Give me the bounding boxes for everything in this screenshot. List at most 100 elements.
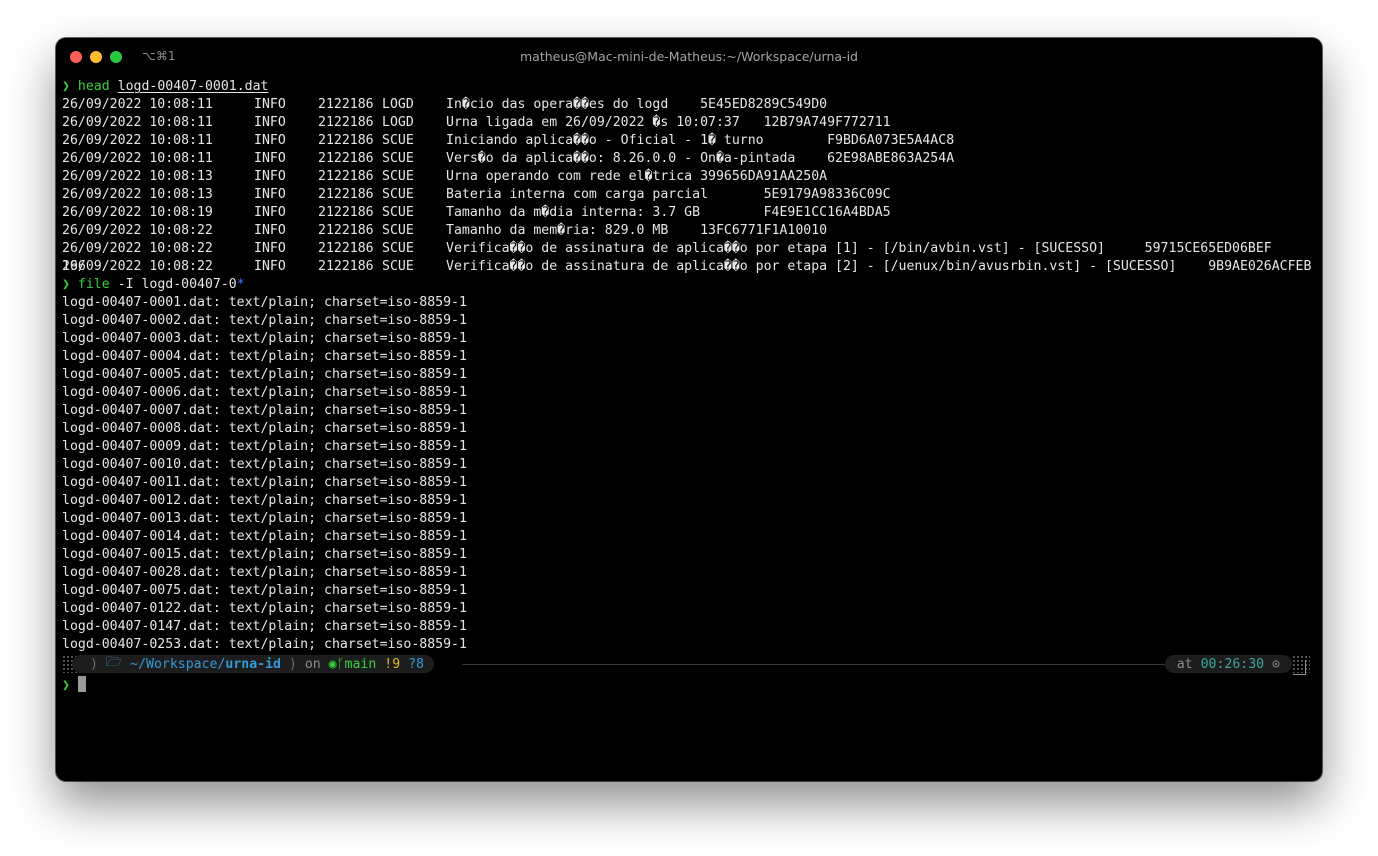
file-result-line: logd-00407-0003.dat: text/plain; charset… xyxy=(62,331,467,346)
log-timestamp: 26/09/2022 10:08:22 xyxy=(62,223,213,238)
log-level: INFO xyxy=(254,169,286,184)
terminal-window[interactable]: ⌥⌘1 matheus@Mac-mini-de-Matheus:~/Worksp… xyxy=(56,38,1322,781)
log-timestamp: 26/09/2022 10:08:11 xyxy=(62,151,213,166)
log-line: 26/09/2022 10:08:11 INFO 2122186 LOGD In�cio… xyxy=(62,96,1318,114)
wrapped-line: 196 xyxy=(62,259,86,274)
log-timestamp: 26/09/2022 10:08:19 xyxy=(62,205,213,220)
prompt-bar-end-marker xyxy=(1293,660,1306,675)
file-result-line: logd-00407-0028.dat: text/plain; charset… xyxy=(62,565,467,580)
prompt-bar: ) 🗁 ~/Workspace/urna-id ) on ◉ ᚴ main !9 ?… xyxy=(62,654,1312,674)
log-level: INFO xyxy=(254,151,286,166)
log-module: SCUE xyxy=(382,187,414,202)
log-module: SCUE xyxy=(382,151,414,166)
prompt-bar-rule xyxy=(462,664,1252,665)
file-result-line: logd-00407-0004.dat: text/plain; charset… xyxy=(62,349,467,364)
log-module: LOGD xyxy=(382,115,414,130)
log-pid: 2122186 xyxy=(318,151,374,166)
log-line: 26/09/2022 10:08:11 INFO 2122186 SCUE Inicia… xyxy=(62,132,1318,150)
file-result-line: logd-00407-0007.dat: text/plain; charset… xyxy=(62,403,467,418)
log-level: INFO xyxy=(254,223,286,238)
prompt-right-segment: at 00:26:30 ⊙ xyxy=(1164,655,1292,673)
title-bar[interactable]: ⌥⌘1 matheus@Mac-mini-de-Matheus:~/Worksp… xyxy=(56,38,1322,76)
command-argument: logd-00407-0001.dat xyxy=(117,79,269,94)
text-cursor xyxy=(77,676,86,692)
log-line: 26/09/2022 10:08:19 INFO 2122186 SCUE Tamanh… xyxy=(62,204,1318,222)
log-timestamp: 26/09/2022 10:08:11 xyxy=(62,115,213,130)
file-result-line: logd-00407-0006.dat: text/plain; charset… xyxy=(62,385,467,400)
log-module: SCUE xyxy=(382,223,414,238)
log-message: Verifica��o de assinatura de aplica��o p… xyxy=(446,241,1272,256)
command-argument: -I logd-00407-0 xyxy=(117,277,237,292)
prompt-time: 00:26:30 xyxy=(1200,656,1265,672)
folder-icon: 🗁 xyxy=(105,655,131,670)
at-label: at xyxy=(1176,656,1193,672)
log-pid: 2122186 xyxy=(318,187,374,202)
prompt-arrow: ❯ xyxy=(62,79,70,94)
log-pid: 2122186 xyxy=(318,133,374,148)
file-result-line: logd-00407-0005.dat: text/plain; charset… xyxy=(62,367,467,382)
log-pid: 2122186 xyxy=(318,169,374,184)
git-untracked-count: ?8 xyxy=(408,656,424,672)
github-icon: ◉ xyxy=(328,656,337,672)
command-name: file xyxy=(77,277,110,292)
log-module: SCUE xyxy=(382,133,414,148)
file-result-line: logd-00407-0012.dat: text/plain; charset… xyxy=(62,493,467,508)
log-timestamp: 26/09/2022 10:08:22 xyxy=(62,241,213,256)
prompt-arrow: ❯ xyxy=(62,277,70,292)
log-line: 26/09/2022 10:08:22 INFO 2122186 SCUE Verifi… xyxy=(62,240,1318,258)
git-modified-count: !9 xyxy=(384,656,401,672)
clock-icon: ⊙ xyxy=(1272,656,1280,672)
window-title: matheus@Mac-mini-de-Matheus:~/Workspace/… xyxy=(520,49,858,64)
file-result-line: logd-00407-0011.dat: text/plain; charset… xyxy=(62,475,467,490)
file-result-line: logd-00407-0147.dat: text/plain; charset… xyxy=(62,619,467,634)
file-result-line: logd-00407-0013.dat: text/plain; charset… xyxy=(62,511,467,526)
log-message: Tamanho da mem�ria: 829.0 MB 13FC6771F1A… xyxy=(446,223,828,238)
log-module: SCUE xyxy=(382,169,414,184)
prompt-arrow: ❯ xyxy=(62,678,70,693)
log-level: INFO xyxy=(254,115,286,130)
log-line: 26/09/2022 10:08:22 INFO 2122186 SCUE Tamanh… xyxy=(62,222,1318,240)
log-message: Vers�o da aplica��o: 8.26.0.0 - On�a-pin… xyxy=(446,151,955,166)
log-timestamp: 26/09/2022 10:08:11 xyxy=(62,97,213,112)
log-module: SCUE xyxy=(382,241,414,256)
log-module: SCUE xyxy=(382,205,414,220)
log-level: INFO xyxy=(254,97,286,112)
file-result-line: logd-00407-0075.dat: text/plain; charset… xyxy=(62,583,467,598)
log-pid: 2122186 xyxy=(318,223,374,238)
log-timestamp: 26/09/2022 10:08:13 xyxy=(62,169,213,184)
log-pid: 2122186 xyxy=(318,97,374,112)
command-line-head: ❯ head logd-00407-0001.dat xyxy=(62,78,1318,96)
command-line-file: ❯ file -I logd-00407-0* xyxy=(62,276,1318,294)
log-timestamp: 26/09/2022 10:08:13 xyxy=(62,187,213,202)
log-message: Urna operando com rede el�trica 399656DA… xyxy=(446,169,828,184)
log-pid: 2122186 xyxy=(318,241,374,256)
file-result-line: logd-00407-0001.dat: text/plain; charset… xyxy=(62,295,467,310)
log-message: Iniciando aplica��o - Oficial - 1� turno… xyxy=(446,133,955,148)
file-result-line: logd-00407-0015.dat: text/plain; charset… xyxy=(62,547,467,562)
log-line: 26/09/2022 10:08:13 INFO 2122186 SCUE Urna o… xyxy=(62,168,1318,186)
log-message: Bateria interna com carga parcial 5E9179… xyxy=(446,187,891,202)
log-level: INFO xyxy=(254,133,286,148)
on-label: on xyxy=(304,656,321,672)
input-line[interactable]: ❯ xyxy=(62,676,362,694)
file-result-line: logd-00407-0122.dat: text/plain; charset… xyxy=(62,601,467,616)
git-branch-name: main xyxy=(344,656,377,672)
log-module: LOGD xyxy=(382,97,414,112)
log-level: INFO xyxy=(254,241,286,256)
log-line: 26/09/2022 10:08:11 INFO 2122186 LOGD Urna l… xyxy=(62,114,1318,132)
file-result-line: logd-00407-0014.dat: text/plain; charset… xyxy=(62,529,467,544)
command-name: head xyxy=(77,79,110,94)
file-result-line: logd-00407-0253.dat: text/plain; charset… xyxy=(62,637,467,652)
file-result-line: logd-00407-0008.dat: text/plain; charset… xyxy=(62,421,467,436)
path-prefix: ~/Workspace/ xyxy=(130,656,226,672)
glob-wildcard: * xyxy=(236,277,245,292)
path-current-dir: urna-id xyxy=(225,656,281,672)
log-pid: 2122186 xyxy=(318,205,374,220)
file-result-line: logd-00407-0010.dat: text/plain; charset… xyxy=(62,457,467,472)
log-timestamp: 26/09/2022 10:08:11 xyxy=(62,133,213,148)
log-pid: 2122186 xyxy=(318,115,374,130)
log-level: INFO xyxy=(254,205,286,220)
file-result-line: logd-00407-0002.dat: text/plain; charset… xyxy=(62,313,467,328)
log-message: Urna ligada em 26/09/2022 �s 10:07:37 12… xyxy=(446,115,891,130)
log-line: 26/09/2022 10:08:13 INFO 2122186 SCUE Bateri… xyxy=(62,186,1318,204)
